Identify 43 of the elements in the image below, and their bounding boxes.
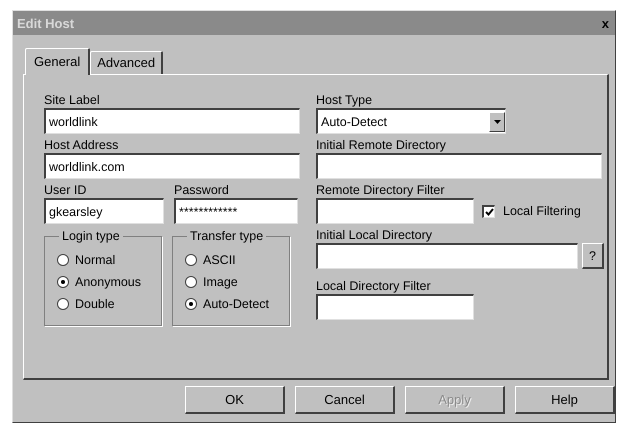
radio-button[interactable] [185,276,197,288]
field-label: Host Type [316,93,374,108]
radio-button[interactable] [185,298,197,310]
field-label: Host Address [44,138,120,153]
radio-label: ASCII [203,253,236,267]
tab[interactable]: Advanced [90,51,164,74]
window-title: Edit Host [17,16,74,30]
field-label: Remote Directory Filter [316,183,446,198]
radio-label: Auto-Detect [203,297,270,311]
dropdown[interactable]: Auto-Detect [316,108,506,134]
input-field[interactable] [316,294,474,320]
dropdown-arrow-icon [494,120,500,124]
dialog-button[interactable]: Help [515,386,615,414]
group-title: Login type [59,229,123,243]
field-label: Initial Remote Directory [316,138,447,153]
radio-label: Anonymous [75,275,142,289]
input-field[interactable]: ************ [174,198,298,224]
radio-button[interactable] [185,254,197,266]
group-title: Transfer type [187,229,266,243]
checkbox[interactable] [482,204,495,218]
input-field[interactable]: gkearsley [44,198,164,224]
input-field[interactable]: worldlink [44,108,300,134]
tab[interactable]: General [25,48,90,75]
radio-button[interactable] [57,254,69,266]
field-label: Password [174,183,230,198]
radio-label: Normal [75,253,116,267]
radio-label: Image [203,275,238,289]
help-button[interactable]: ? [582,243,604,269]
checkbox-label: Local Filtering [503,204,581,218]
dialog-button[interactable]: OK [185,386,285,414]
field-label: Local Directory Filter [316,279,432,294]
field-label: Site Label [44,93,101,108]
field-label: Initial Local Directory [316,228,434,243]
close-button[interactable]: x [600,16,611,30]
input-field[interactable] [316,153,602,179]
input-field[interactable]: worldlink.com [44,153,300,179]
dialog-button[interactable]: Cancel [295,386,395,414]
field-label: User ID [44,183,88,198]
input-field[interactable] [316,243,578,269]
input-field[interactable] [316,198,474,224]
radio-button[interactable] [57,298,69,310]
radio-label: Double [75,297,115,311]
radio-button[interactable] [57,276,69,288]
